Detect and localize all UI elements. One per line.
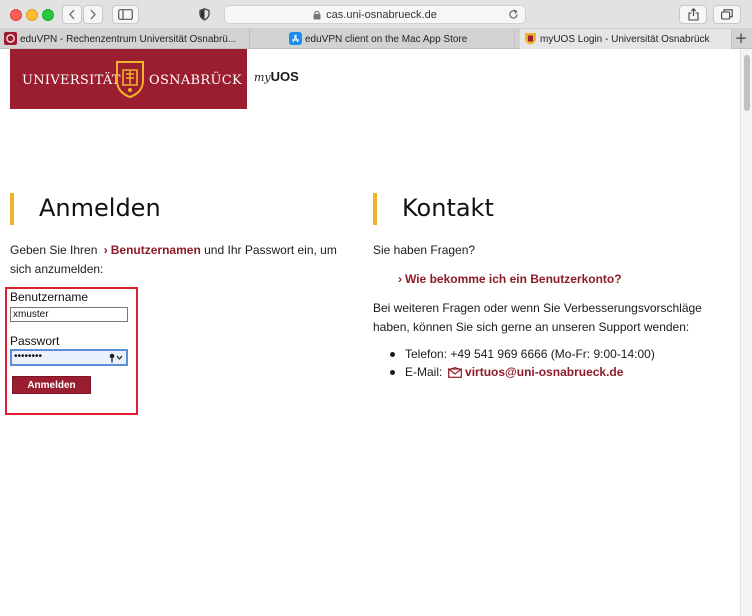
tab-bar: eduVPN - Rechenzentrum Universität Osnab… <box>0 29 752 49</box>
share-button[interactable] <box>679 5 707 24</box>
password-label: Passwort <box>10 334 60 348</box>
password-input[interactable]: •••••••• <box>10 349 128 366</box>
login-intro-line2: sich anzumelden: <box>10 262 104 276</box>
tab-myuos-login[interactable]: myUOS Login - Universität Osnabrück <box>520 29 732 49</box>
email-label: E-Mail: <box>405 365 443 379</box>
key-icon[interactable] <box>109 353 123 363</box>
email-link[interactable]: virtuos@uni-osnabrueck.de <box>465 365 623 379</box>
app-store-icon <box>289 32 302 45</box>
tab-label: eduVPN client on the Mac App Store <box>305 33 468 45</box>
tab-overview-button[interactable] <box>713 5 741 24</box>
contact-info: Bei weiteren Fragen oder wenn Sie Verbes… <box>373 299 733 337</box>
tab-label: eduVPN - Rechenzentrum Universität Osnab… <box>20 33 237 45</box>
browser-window: cas.uni-osnabrueck.de eduVPN - Rechenzen… <box>0 0 752 616</box>
page-content: UNIVERSITÄT OSNABRÜCK myUOS Anmelden Geb… <box>0 49 740 616</box>
forward-icon <box>90 9 96 20</box>
login-intro-after: und Ihr Passwort ein, um <box>204 243 337 257</box>
tab-app-store[interactable]: eduVPN client on the Mac App Store <box>285 29 515 49</box>
login-intro-before: Geben Sie Ihren <box>10 243 98 257</box>
university-favicon-icon <box>4 32 17 45</box>
contact-title: Kontakt <box>402 194 494 222</box>
back-icon <box>69 9 75 20</box>
page-scrollbar[interactable] <box>740 49 752 616</box>
close-window-button[interactable] <box>10 9 22 21</box>
chevron-right-icon: › <box>398 272 402 286</box>
contact-email-item: E-Mail: virtuos@uni-osnabrueck.de <box>390 363 655 381</box>
tabs-overview-icon <box>721 9 733 20</box>
address-bar[interactable]: cas.uni-osnabrueck.de <box>224 5 526 24</box>
username-input[interactable]: xmuster <box>10 307 128 322</box>
back-button[interactable] <box>62 5 82 24</box>
url-text: cas.uni-osnabrueck.de <box>326 8 437 21</box>
tab-eduvpn-rechenzentrum[interactable]: eduVPN - Rechenzentrum Universität Osnab… <box>0 29 250 49</box>
logo-text-right: OSNABRÜCK <box>149 73 242 88</box>
contact-question: Sie haben Fragen? <box>373 243 476 257</box>
myuos-my: my <box>254 71 271 84</box>
logo-text-left: UNIVERSITÄT <box>22 73 121 88</box>
new-tab-button[interactable]: + <box>732 29 750 49</box>
reload-icon[interactable] <box>508 9 519 20</box>
faq-link-wrapper: › Wie bekomme ich ein Benutzerkonto? <box>398 270 622 289</box>
scrollbar-thumb[interactable] <box>744 55 750 111</box>
login-intro: Geben Sie Ihren › Benutzernamen und Ihr P… <box>10 241 340 279</box>
username-label: Benutzername <box>10 290 89 304</box>
university-logo-banner[interactable]: UNIVERSITÄT OSNABRÜCK <box>10 49 247 109</box>
privacy-report-button[interactable] <box>192 5 216 24</box>
sidebar-button[interactable] <box>112 5 139 24</box>
section-accent-bar <box>373 193 377 225</box>
forward-button[interactable] <box>83 5 103 24</box>
login-submit-button[interactable]: Anmelden <box>12 376 91 394</box>
sidebar-icon <box>118 9 133 20</box>
contact-list: Telefon: +49 541 969 6666 (Mo-Fr: 9:00-1… <box>390 345 655 381</box>
contact-info-line2: haben, können Sie sich gerne an unseren … <box>373 320 690 334</box>
section-accent-bar <box>10 193 14 225</box>
browser-toolbar: cas.uni-osnabrueck.de <box>0 0 752 29</box>
shield-icon <box>198 8 210 21</box>
contact-phone: Telefon: +49 541 969 6666 (Mo-Fr: 9:00-1… <box>390 345 655 363</box>
tab-label: myUOS Login - Universität Osnabrück <box>540 33 710 45</box>
university-crest-icon <box>525 33 536 45</box>
chevron-right-icon: › <box>103 243 108 257</box>
faq-link[interactable]: Wie bekomme ich ein Benutzerkonto? <box>405 272 622 286</box>
myuos-logo[interactable]: myUOS <box>254 69 299 84</box>
mail-icon <box>447 366 462 378</box>
share-icon <box>687 8 699 21</box>
username-help-link[interactable]: Benutzernamen <box>111 243 201 257</box>
contact-info-line1: Bei weiteren Fragen oder wenn Sie Verbes… <box>373 301 702 315</box>
myuos-uos: UOS <box>270 69 299 84</box>
chevron-down-icon <box>116 355 123 360</box>
password-value: •••••••• <box>14 351 43 362</box>
zoom-window-button[interactable] <box>42 9 54 21</box>
login-title: Anmelden <box>39 194 161 222</box>
university-crest-icon <box>116 61 144 99</box>
lock-icon <box>313 10 321 19</box>
minimize-window-button[interactable] <box>26 9 38 21</box>
